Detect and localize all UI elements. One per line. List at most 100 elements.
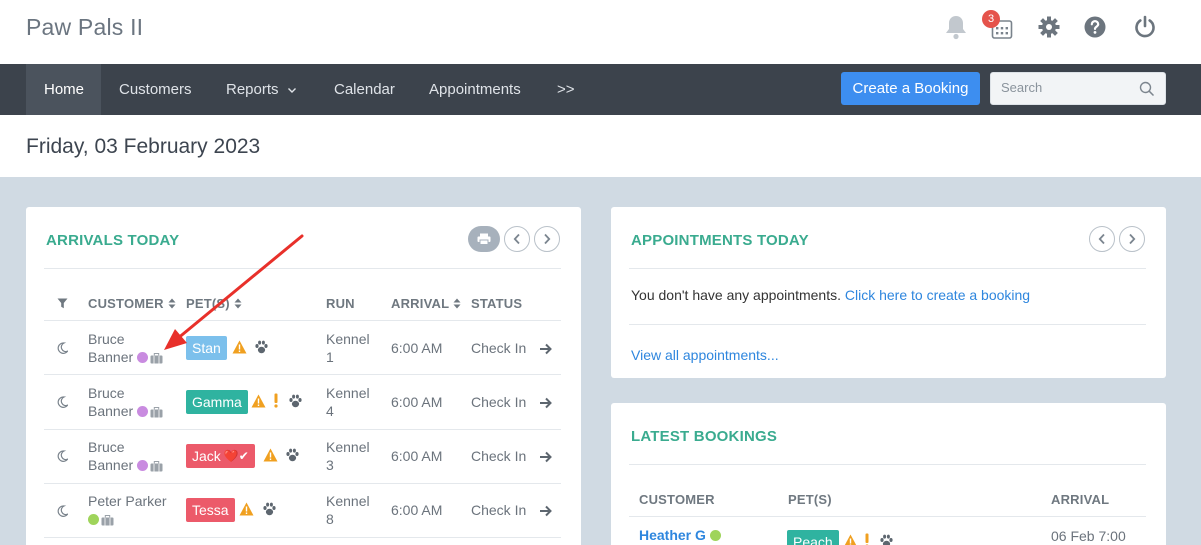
- warning-icon: [239, 502, 254, 521]
- empty-text: You don't have any appointments.: [631, 287, 841, 303]
- divider: [44, 483, 561, 484]
- briefcase-icon: [101, 512, 114, 530]
- arrow-right-icon[interactable]: [539, 504, 553, 522]
- pet-name: Jack: [192, 448, 221, 464]
- col-pets: PET(S): [788, 492, 832, 507]
- moon-icon: [57, 341, 70, 359]
- pet-tag[interactable]: Jack ❤️✔: [186, 444, 255, 468]
- arrival-time: 6:00 AM: [391, 340, 443, 356]
- heart-check-emoji: ❤️✔: [223, 449, 249, 463]
- moon-icon: [57, 395, 70, 413]
- help-icon[interactable]: [1082, 14, 1108, 40]
- pet-tag[interactable]: Gamma: [186, 390, 248, 414]
- customer-last: Banner: [88, 403, 134, 419]
- sort-icon: [453, 298, 461, 309]
- arrival-time: 6:00 AM: [391, 394, 443, 410]
- search-input[interactable]: [1001, 80, 1131, 95]
- customer-name[interactable]: Bruce Banner: [88, 438, 163, 476]
- nav-more[interactable]: >>: [557, 64, 575, 115]
- print-button[interactable]: [468, 226, 500, 252]
- arrow-right-icon[interactable]: [539, 396, 553, 414]
- col-arrival-label: ARRIVAL: [391, 296, 449, 311]
- customer-status-dot: [88, 514, 99, 525]
- view-all-appointments-link[interactable]: View all appointments...: [631, 347, 779, 363]
- app-title: Paw Pals II: [26, 14, 144, 40]
- exclamation-icon: [273, 393, 279, 413]
- run-label: Kennel: [326, 493, 370, 509]
- nav-reports[interactable]: Reports: [226, 64, 297, 115]
- customer-name[interactable]: Bruce Banner: [88, 384, 163, 422]
- customer-first: Bruce: [88, 331, 125, 347]
- warning-icon: [843, 534, 858, 545]
- arrivals-prev-button[interactable]: [504, 226, 530, 252]
- arrival-time: 6:00 AM: [391, 448, 443, 464]
- arrow-right-icon[interactable]: [539, 342, 553, 360]
- pet-tag[interactable]: Tessa: [186, 498, 235, 522]
- col-run: RUN: [326, 296, 355, 311]
- appointments-prev-button[interactable]: [1089, 226, 1115, 252]
- appointments-today-panel: APPOINTMENTS TODAY You don't have any ap…: [611, 207, 1166, 378]
- filter-icon[interactable]: [57, 296, 68, 314]
- nav-calendar[interactable]: Calendar: [334, 64, 395, 115]
- nav-customers[interactable]: Customers: [119, 64, 192, 115]
- divider: [629, 324, 1146, 325]
- customer-last: Banner: [88, 349, 134, 365]
- chevron-right-icon: [544, 233, 551, 245]
- create-booking-link[interactable]: Click here to create a booking: [845, 287, 1030, 303]
- col-status: STATUS: [471, 296, 523, 311]
- run-number: 1: [326, 349, 334, 365]
- customer-name[interactable]: Bruce Banner: [88, 330, 163, 368]
- customer-name: Heather G: [639, 527, 706, 543]
- arrow-right-icon[interactable]: [539, 450, 553, 468]
- nav-appointments[interactable]: Appointments: [429, 64, 521, 115]
- briefcase-icon: [150, 404, 163, 422]
- gear-icon[interactable]: [1036, 14, 1062, 40]
- arrivals-next-button[interactable]: [534, 226, 560, 252]
- bell-icon[interactable]: [943, 14, 969, 40]
- status-check-in[interactable]: Check In: [471, 501, 526, 519]
- divider: [44, 537, 561, 538]
- paw-icon: [285, 448, 300, 467]
- annotation-arrow: [164, 234, 304, 350]
- paw-icon: [288, 394, 303, 413]
- empty-appointments-message: You don't have any appointments. Click h…: [631, 287, 1030, 303]
- col-arrival: ARRIVAL: [1051, 492, 1110, 507]
- customer-first: Bruce: [88, 385, 125, 401]
- customer-first: Bruce: [88, 439, 125, 455]
- arrival-date: 06 Feb 7:00: [1051, 528, 1126, 544]
- col-customer: CUSTOMER: [639, 492, 715, 507]
- arrival-time: 6:00 AM: [391, 502, 443, 518]
- chevron-down-icon: [287, 86, 297, 94]
- status-check-in[interactable]: Check In: [471, 447, 526, 465]
- status-check-in[interactable]: Check In: [471, 393, 526, 411]
- create-booking-button[interactable]: Create a Booking: [841, 72, 980, 105]
- customer-name[interactable]: Peter Parker: [88, 492, 167, 530]
- col-arrival[interactable]: ARRIVAL: [391, 296, 461, 311]
- customer-status-dot: [137, 460, 149, 471]
- customer-status-dot: [137, 406, 149, 417]
- run-cell: Kennel 1: [326, 330, 370, 366]
- latest-bookings-title: LATEST BOOKINGS: [631, 428, 778, 445]
- customer-link[interactable]: Heather G: [639, 527, 721, 543]
- paw-icon: [262, 502, 277, 521]
- nav-home[interactable]: Home: [26, 64, 101, 115]
- run-label: Kennel: [326, 331, 370, 347]
- run-cell: Kennel 4: [326, 384, 370, 420]
- divider: [629, 464, 1146, 465]
- power-icon[interactable]: [1132, 14, 1158, 40]
- top-bar: Paw Pals II 3: [0, 0, 1201, 64]
- divider: [44, 374, 561, 375]
- search-icon[interactable]: [1139, 81, 1155, 102]
- pet-tag[interactable]: Peach: [787, 530, 839, 545]
- notification-count-badge: 3: [982, 10, 1000, 28]
- appointments-next-button[interactable]: [1119, 226, 1145, 252]
- run-number: 4: [326, 403, 334, 419]
- run-number: 8: [326, 511, 334, 527]
- appointments-title: APPOINTMENTS TODAY: [631, 232, 809, 249]
- search-box: [990, 72, 1166, 105]
- divider: [629, 516, 1146, 517]
- chevron-left-icon: [1098, 233, 1105, 245]
- nav-reports-label: Reports: [226, 81, 279, 98]
- divider: [44, 429, 561, 430]
- status-check-in[interactable]: Check In: [471, 339, 526, 357]
